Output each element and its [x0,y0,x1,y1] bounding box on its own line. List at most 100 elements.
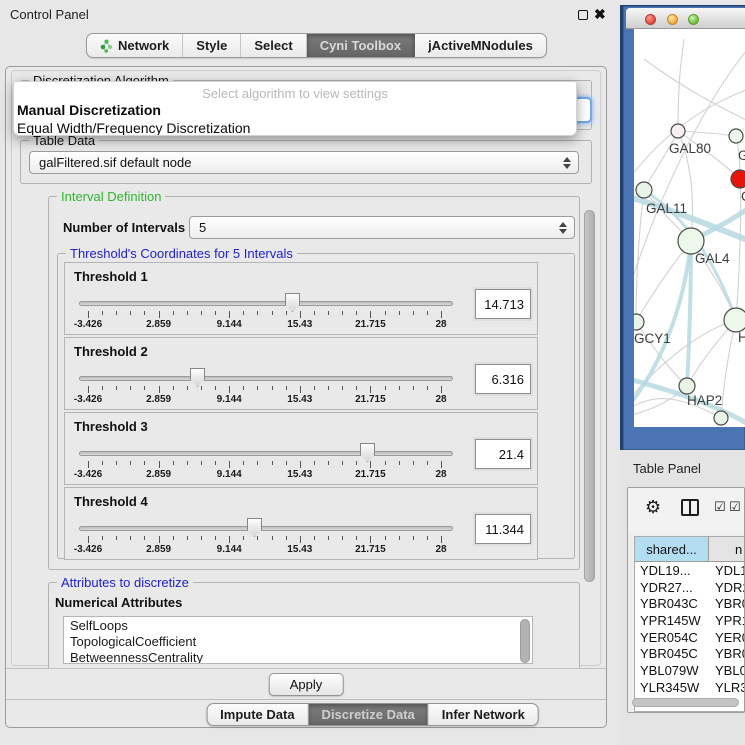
threshold-value-field[interactable]: 21.4 [475,439,531,469]
slider-track[interactable] [79,376,453,381]
threshold-value-field[interactable]: 6.316 [475,364,531,394]
network-edge [644,131,678,190]
tick-mark [215,461,216,465]
table-row[interactable]: YBL079WYBL0 [635,662,745,679]
checkbox-icon[interactable]: ☑ [729,500,741,515]
split-columns-icon[interactable] [681,499,699,516]
tab-jactivemnodules[interactable]: jActiveMNodules [415,34,546,57]
column-header-shared-name[interactable]: shared... [635,537,709,561]
tab-style[interactable]: Style [183,34,241,57]
tick-mark [187,461,188,465]
threshold-value-field[interactable]: 11.344 [475,514,531,544]
apply-button[interactable]: Apply [269,673,344,696]
tick-mark [144,311,145,315]
tick-mark [173,536,174,540]
tick-mark [173,461,174,465]
num-intervals-value: 5 [199,220,206,235]
tick-mark [116,461,117,465]
close-icon[interactable]: ✖ [594,6,606,23]
tick-mark [272,386,273,390]
node-label: H [738,330,745,345]
tick-mark [427,386,428,390]
tick-mark [427,311,428,315]
table-horizontal-scrollbar[interactable] [632,698,739,707]
attribute-item[interactable]: TopologicalCoefficient [64,633,532,649]
checkbox-icon[interactable]: ☑ [714,500,726,515]
slider-thumb[interactable] [247,518,262,537]
attributes-list[interactable]: SelfLoopsTopologicalCoefficientBetweenne… [63,616,533,664]
tick-mark [342,536,343,540]
tick-mark [286,461,287,465]
slider-track[interactable] [79,526,453,531]
tick-mark [144,536,145,540]
tick-mark [399,311,400,315]
float-window-icon[interactable] [578,10,588,20]
node-bottom[interactable] [714,411,728,425]
tick-mark [300,386,301,393]
tab-cyni-toolbox[interactable]: Cyni Toolbox [307,34,415,57]
slider-thumb[interactable] [360,443,375,462]
bottom-tab-infer-network[interactable]: Infer Network [429,704,538,725]
node-top-right[interactable] [729,129,743,143]
table-row[interactable]: YBR045CYBR0 [635,645,745,662]
GAL80-node[interactable] [671,124,685,138]
threshold-value-field[interactable]: 14.713 [475,289,531,319]
HAP2-node[interactable] [679,378,695,394]
popup-option-manual-discretization[interactable]: Manual Discretization [14,101,576,119]
column-header-name[interactable]: n [709,537,745,561]
bottom-tab-discretize-data[interactable]: Discretize Data [309,704,429,725]
node-label: GA [738,148,745,163]
algorithm-dropdown-popup: Select algorithm to view settings Manual… [13,81,577,136]
attribute-item[interactable]: BetweennessCentrality [64,649,532,664]
tick-mark [385,536,386,540]
tick-mark [144,386,145,390]
bottom-tab-impute-data[interactable]: Impute Data [207,704,308,725]
tick-mark [88,311,89,318]
tick-mark [173,386,174,390]
tick-mark [173,311,174,315]
tab-label: Select [254,38,292,53]
table-row[interactable]: YDR27...YDR2 [635,579,745,596]
table-data-combobox[interactable]: galFiltered.sif default node [29,151,579,174]
network-canvas[interactable]: GAL80GACGAL11GAL4GCY1HHAP2 [634,29,745,427]
slider-track[interactable] [79,451,453,456]
cell-shared-name: YBR045C [635,646,709,661]
popup-option-equal-width-frequency-discretization[interactable]: Equal Width/Frequency Discretization [14,119,576,136]
node-right-mid[interactable] [724,308,745,332]
num-intervals-combobox[interactable]: 5 [189,216,575,239]
slider-track[interactable] [79,301,453,306]
close-traffic-light-icon[interactable] [645,14,656,25]
table-row[interactable]: YIL053CYIL0 [635,696,745,697]
zoom-traffic-light-icon[interactable] [688,14,699,25]
table-row[interactable]: YLR345WYLR3 [635,679,745,696]
table-row[interactable]: YBR043CYBR0 [635,595,745,612]
tab-select[interactable]: Select [241,34,306,57]
tick-mark [328,536,329,540]
panel-vertical-scrollbar[interactable] [584,210,595,582]
tick-mark [201,536,202,540]
threshold-label: Threshold 2 [74,344,148,359]
table-row[interactable]: YDL19...YDL1 [635,562,745,579]
GAL11-node[interactable] [636,182,652,198]
table-row[interactable]: YER054CYER0 [635,629,745,646]
threshold-panel-4: Threshold 4-3.4262.8599.14415.4321.71528… [64,487,538,560]
minimize-traffic-light-icon[interactable] [667,14,678,25]
tab-network[interactable]: Network [87,34,183,57]
network-edge [644,59,745,121]
attribute-item[interactable]: SelfLoops [64,617,532,633]
GCY1-node[interactable] [634,314,644,330]
tick-mark [342,311,343,315]
slider-thumb[interactable] [190,368,205,387]
tick-mark [102,461,103,465]
slider-thumb[interactable] [285,293,300,312]
table-row[interactable]: YPR145WYPR1 [635,612,745,629]
gear-icon[interactable]: ⚙ [645,497,661,518]
slider-tick-labels: -3.4262.8599.14415.4321.71528 [88,319,441,331]
cell-name: YLR3 [709,680,745,695]
network-window-titlebar[interactable] [626,8,745,29]
table-panel-inner: ⚙ ☑ ☑ shared... n YDL19...YDL1YDR27...YD… [627,487,745,713]
tick-mark [370,311,371,318]
attributes-list-scrollbar[interactable] [520,619,530,663]
tick-mark [413,311,414,315]
red-node[interactable] [731,170,745,188]
